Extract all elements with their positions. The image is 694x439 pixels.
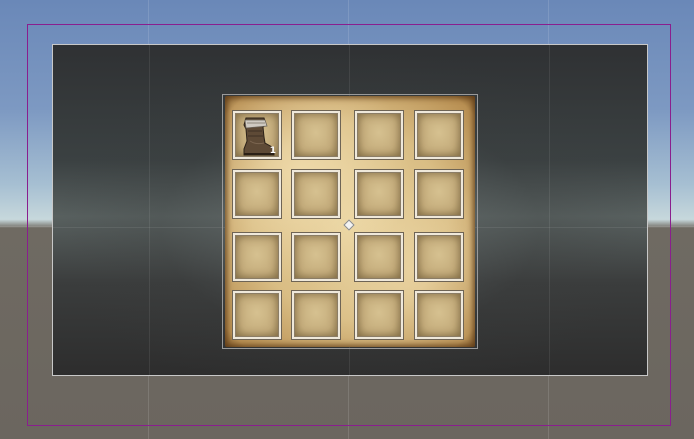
inventory-slot-2[interactable] — [292, 111, 340, 159]
inventory-slot-16[interactable] — [415, 291, 463, 339]
inventory-slot-3[interactable] — [355, 111, 403, 159]
inventory-slot-11[interactable] — [355, 233, 403, 281]
panel-grid-line — [549, 45, 550, 375]
inventory-slot-15[interactable] — [355, 291, 403, 339]
inventory-slot-9[interactable] — [233, 233, 281, 281]
inventory-slot-12[interactable] — [415, 233, 463, 281]
inventory-slot-10[interactable] — [292, 233, 340, 281]
inventory-slot-6[interactable] — [292, 170, 340, 218]
inventory-slot-4[interactable] — [415, 111, 463, 159]
item-count: 1 — [269, 146, 276, 156]
panel-grid-line — [149, 45, 150, 375]
inventory-slot-14[interactable] — [292, 291, 340, 339]
inventory-slot-8[interactable] — [415, 170, 463, 218]
inventory-slot-7[interactable] — [355, 170, 403, 218]
inventory-slot-13[interactable] — [233, 291, 281, 339]
inventory-slot-5[interactable] — [233, 170, 281, 218]
inventory-slot-1[interactable]: 1 — [233, 111, 281, 159]
